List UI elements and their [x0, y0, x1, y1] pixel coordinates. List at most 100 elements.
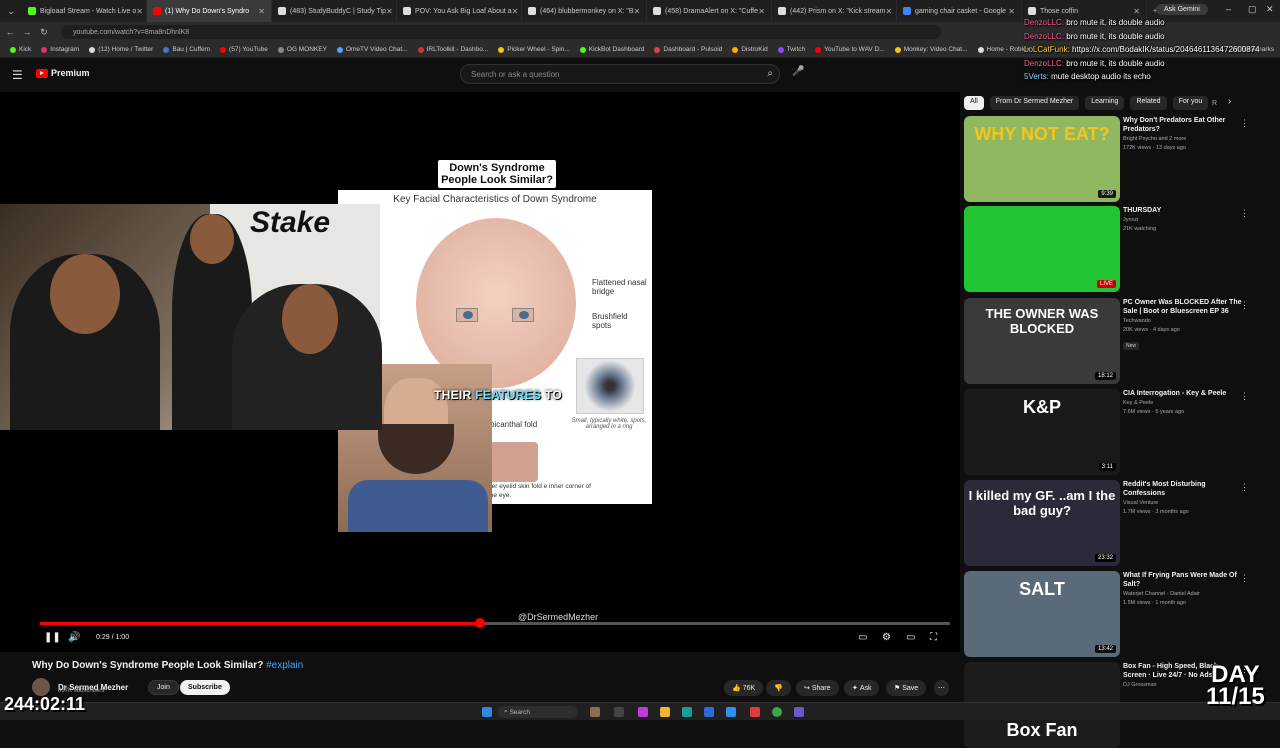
- browser-tab[interactable]: (442) Prism on X: "Kick stream ✕: [772, 0, 897, 22]
- recommendation-channel[interactable]: Jynxzi: [1123, 216, 1243, 224]
- join-button[interactable]: Join: [148, 680, 179, 695]
- filter-chip[interactable]: Related: [1130, 96, 1167, 110]
- subscribe-button[interactable]: Subscribe: [180, 680, 230, 695]
- recommendation-channel[interactable]: Bright Psycho and 2 more: [1123, 135, 1243, 143]
- recommendation-item[interactable]: LIVE THURSDAY Jynxzi 21K watching ⋮: [964, 206, 1264, 292]
- theater-icon[interactable]: ▭: [906, 632, 915, 643]
- bookmark-item[interactable]: DistroKid: [732, 46, 768, 53]
- browser-tab[interactable]: (464) blubbermonkey on X: "B ✕: [522, 0, 647, 22]
- recommendation-item[interactable]: WHY NOT EAT? 9:39 Why Don't Predators Eat …: [964, 116, 1264, 202]
- more-options-icon[interactable]: ⋮: [1240, 482, 1249, 493]
- recommendation-title[interactable]: THURSDAY: [1123, 206, 1243, 215]
- bookmark-item[interactable]: IRLToolkit - Dashbo...: [417, 46, 488, 53]
- close-tab-icon[interactable]: ✕: [136, 7, 143, 16]
- youtube-logo[interactable]: Premium: [36, 68, 90, 78]
- video-thumbnail[interactable]: WHY NOT EAT? 9:39: [964, 116, 1120, 202]
- more-actions-button[interactable]: ⋯: [934, 680, 949, 696]
- bookmark-item[interactable]: Instagram: [41, 46, 79, 53]
- ask-button[interactable]: ✦ Ask: [844, 680, 880, 696]
- search-input[interactable]: Search or ask a question ⌕: [460, 64, 780, 84]
- windows-start-icon[interactable]: [482, 707, 492, 717]
- copilot-icon[interactable]: [638, 707, 648, 717]
- bookmark-item[interactable]: Kick: [10, 46, 31, 53]
- chip-overflow[interactable]: R: [1212, 100, 1217, 107]
- seek-knob[interactable]: [474, 618, 485, 628]
- volume-icon[interactable]: 🔊: [68, 632, 80, 643]
- browser-tab[interactable]: Bigloaaf Stream - Watch Live o ✕: [22, 0, 147, 22]
- browser-tab[interactable]: POV: You Ask Big Loaf About a ✕: [397, 0, 522, 22]
- video-thumbnail[interactable]: K&P 3:11: [964, 389, 1120, 475]
- close-tab-icon[interactable]: ✕: [885, 7, 892, 16]
- recommendation-title[interactable]: CIA Interrogation - Key & Peele: [1123, 389, 1243, 398]
- menu-icon[interactable]: ☰: [12, 68, 23, 82]
- more-options-icon[interactable]: ⋮: [1240, 391, 1249, 402]
- bookmark-item[interactable]: Monkey: Video Chat...: [894, 46, 968, 53]
- app-icon-red[interactable]: [750, 707, 760, 717]
- filter-chip[interactable]: All: [964, 96, 984, 110]
- chevron-right-icon[interactable]: ›: [1228, 96, 1231, 107]
- recommendation-channel[interactable]: Visual Venture: [1123, 499, 1243, 507]
- close-tab-icon[interactable]: ✕: [386, 7, 393, 16]
- forward-icon[interactable]: →: [20, 27, 34, 37]
- task-view-icon[interactable]: [614, 707, 624, 717]
- filter-chip[interactable]: For you: [1172, 96, 1209, 110]
- bookmark-item[interactable]: Dashboard - Pulsoid: [654, 46, 722, 53]
- bookmark-item[interactable]: OG MONKEY: [277, 46, 327, 53]
- more-options-icon[interactable]: ⋮: [1240, 573, 1249, 584]
- maximize-icon[interactable]: ▢: [1248, 4, 1257, 15]
- bookmark-item[interactable]: Twitch: [777, 46, 805, 53]
- close-window-icon[interactable]: ✕: [1266, 4, 1274, 15]
- more-options-icon[interactable]: ⋮: [1240, 118, 1249, 129]
- recommendation-title[interactable]: PC Owner Was BLOCKED After The Sale | Bo…: [1123, 298, 1243, 316]
- bookmark-item[interactable]: Home - Roblox: [977, 46, 1030, 53]
- filter-chip[interactable]: From Dr Sermed Mezher: [989, 96, 1080, 110]
- more-options-icon[interactable]: ⋮: [1240, 208, 1249, 219]
- recommendation-title[interactable]: Reddit's Most Disturbing Confessions: [1123, 480, 1243, 498]
- video-thumbnail[interactable]: SALT 13:42: [964, 571, 1120, 657]
- video-player[interactable]: Down's Syndrome People Look Similar? Key…: [0, 92, 960, 652]
- close-tab-icon[interactable]: ✕: [758, 7, 765, 16]
- recommendation-item[interactable]: SALT 13:42 What If Frying Pans Were Made O…: [964, 571, 1264, 657]
- minimize-icon[interactable]: –: [1226, 4, 1231, 14]
- recommendation-channel[interactable]: Key & Peele: [1123, 399, 1243, 407]
- like-button[interactable]: 👍 76K: [724, 680, 764, 696]
- app-icon-purple[interactable]: [794, 707, 804, 717]
- seek-bar[interactable]: [40, 618, 950, 628]
- share-button[interactable]: ↪ Share: [796, 680, 839, 696]
- more-options-icon[interactable]: ⋮: [1240, 300, 1249, 311]
- widget-icon[interactable]: [590, 707, 600, 717]
- search-icon[interactable]: ⌕: [767, 68, 773, 79]
- dislike-button[interactable]: 👎: [766, 680, 791, 696]
- bookmark-item[interactable]: OmeTV Video Chat...: [336, 46, 408, 53]
- back-icon[interactable]: ←: [3, 27, 17, 37]
- bookmark-item[interactable]: (12) Home / Twitter: [89, 46, 153, 53]
- taskbar-search[interactable]: ⌕ Search: [498, 706, 578, 718]
- close-tab-icon[interactable]: ✕: [512, 7, 519, 16]
- captions-icon[interactable]: ▭: [858, 632, 867, 643]
- store-icon[interactable]: [704, 707, 714, 717]
- tab-menu-icon[interactable]: ⌄: [0, 6, 22, 17]
- mail-icon[interactable]: [726, 707, 736, 717]
- pause-icon[interactable]: ❚❚: [44, 632, 61, 643]
- bookmark-item[interactable]: (57) YouTube: [220, 46, 268, 53]
- address-input[interactable]: youtube.com/watch?v=8ma8nDhnlK8: [61, 25, 941, 39]
- hashtag-link[interactable]: #explain: [266, 660, 303, 671]
- file-explorer-icon[interactable]: [660, 707, 670, 717]
- bookmark-item[interactable]: YouTube to WAV D...: [815, 46, 885, 53]
- ask-gemini-button[interactable]: Ask Gemini: [1156, 4, 1208, 15]
- recommendation-item[interactable]: I killed my GF. ..am I the bad guy? 23:32…: [964, 480, 1264, 566]
- settings-icon[interactable]: ⚙: [882, 632, 891, 643]
- bookmark-item[interactable]: Picker Wheel - Spin...: [498, 46, 570, 53]
- recommendation-title[interactable]: Why Don't Predators Eat Other Predators?: [1123, 116, 1243, 134]
- recommendation-channel[interactable]: Techwando: [1123, 317, 1243, 325]
- close-tab-icon[interactable]: ✕: [1133, 7, 1140, 16]
- reload-icon[interactable]: ↻: [37, 27, 51, 38]
- browser-tab[interactable]: (458) DramaAlert on X: "Cuffe ✕: [647, 0, 772, 22]
- recommendation-item[interactable]: THE OWNER WAS BLOCKED 18:12 PC Owner Was B…: [964, 298, 1264, 384]
- edge-icon[interactable]: [682, 707, 692, 717]
- microphone-icon[interactable]: 🎤: [792, 66, 804, 77]
- chrome-icon[interactable]: [772, 707, 782, 717]
- fullscreen-icon[interactable]: ⛶: [930, 632, 937, 643]
- video-thumbnail[interactable]: LIVE: [964, 206, 1120, 292]
- recommendation-item[interactable]: K&P 3:11 CIA Interrogation - Key & Peele Ke…: [964, 389, 1264, 475]
